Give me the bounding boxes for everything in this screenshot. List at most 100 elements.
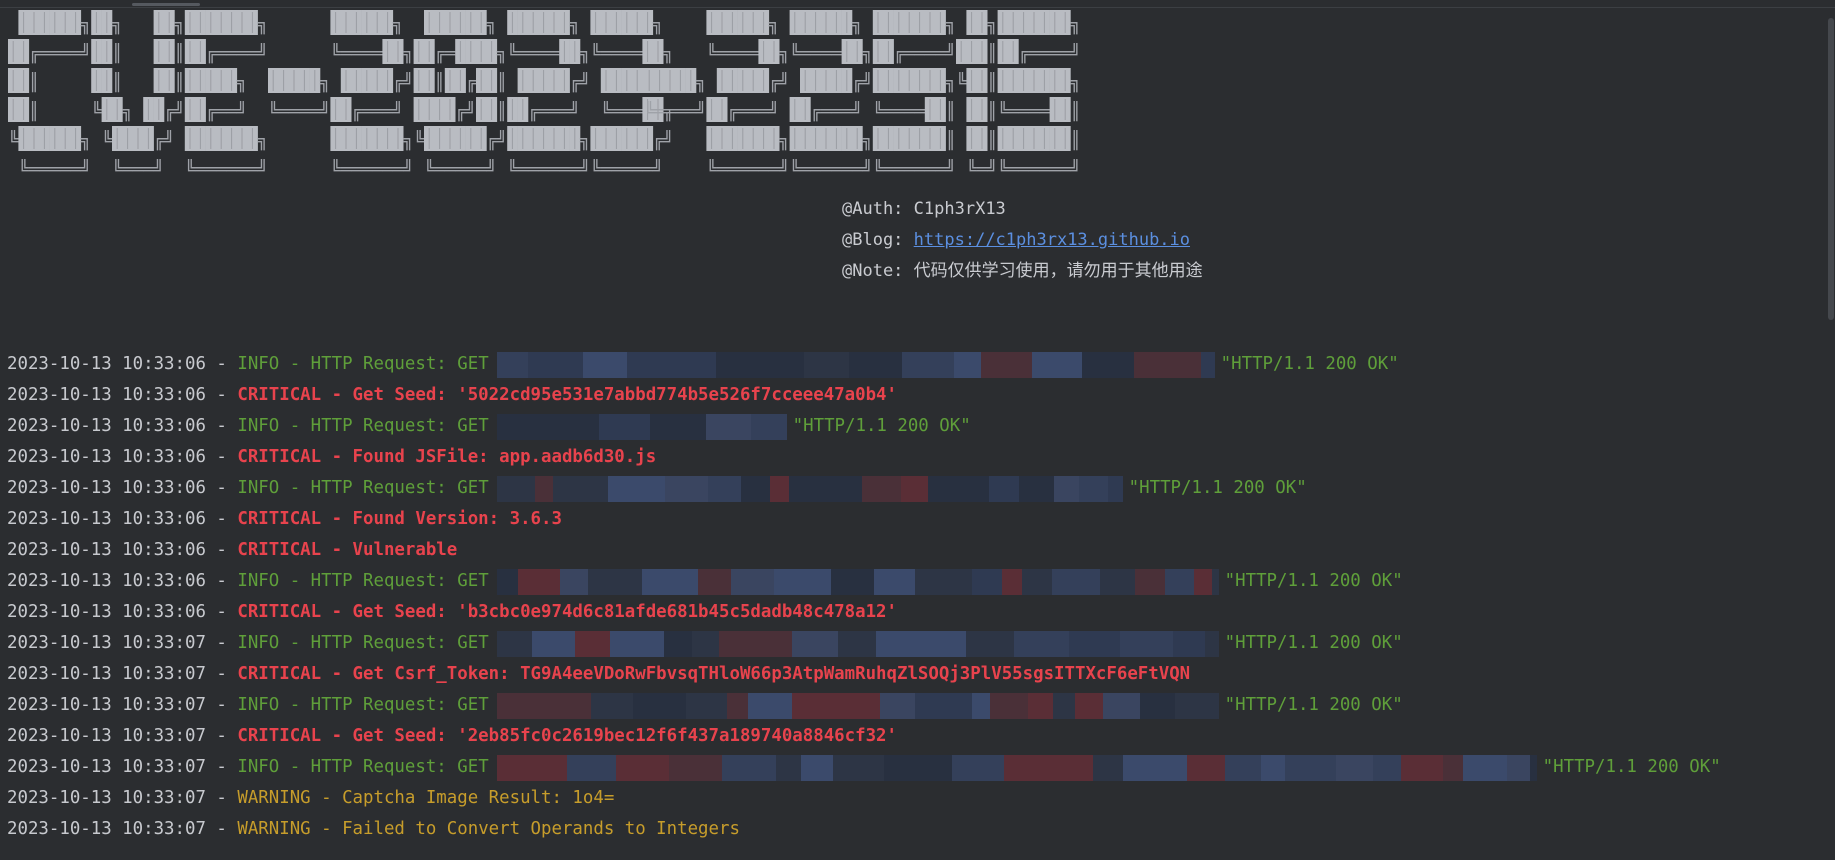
log-message: Failed to Convert Operands to Integers [342,819,740,839]
banner-frame-glyph: ╝ [80,43,91,64]
banner-frame-glyph: ═ [548,102,560,122]
banner-frame-glyph: ═ [768,160,780,180]
banner-frame-glyph: ═ [621,44,633,64]
banner-frame-glyph: ═ [1007,102,1019,122]
banner-frame-glyph: ═ [621,102,633,122]
blog-link[interactable]: https://c1ph3rx13.github.io [914,230,1190,250]
banner-frame-glyph: ═ [288,102,300,122]
log-line: 2023-10-13 10:33:07 - CRITICAL - Get See… [7,721,1827,752]
banner-frame-glyph: ═ [350,160,362,180]
log-line: 2023-10-13 10:33:06 - CRITICAL - Found J… [7,442,1827,473]
banner-frame-glyph: ═ [674,102,686,122]
log-level: INFO [237,633,280,653]
log-line: 2023-10-13 10:33:06 - INFO - HTTP Reques… [7,473,1827,504]
banner-frame-glyph: ╗ [80,131,91,151]
banner-frame-glyph: ╗ [319,73,330,93]
banner-frame-glyph: ═ [558,102,570,122]
banner-frame-glyph: ╝ [496,130,507,151]
http-status: "HTTP/1.1 200 OK" [1224,571,1403,591]
log-separator: - [279,633,311,653]
banner-frame-glyph: ═ [298,102,310,122]
log-line: 2023-10-13 10:33:07 - WARNING - Failed t… [7,814,1827,845]
redacted-url [496,351,1215,378]
banner-frame-glyph: ╝ [257,43,268,64]
banner-frame-glyph: ╗ [778,131,789,151]
log-message: Found Version: 3.6.3 [352,509,562,529]
banner-frame-glyph: ═ [830,160,842,180]
log-line: 2023-10-13 10:33:07 - INFO - HTTP Reques… [7,752,1827,783]
banner-frame-glyph: ═ [433,160,445,180]
banner-frame-glyph: ═ [757,102,769,122]
banner-frame-glyph: ═ [1028,102,1040,122]
log-timestamp: 2023-10-13 10:33:07 [7,633,206,653]
banner-frame-glyph: ═ [277,102,289,122]
banner-frame-glyph: ═ [1059,44,1071,64]
banner-frame-glyph: ═ [747,160,759,180]
banner-frame-glyph: ═ [737,160,749,180]
banner-frame-glyph: ═ [132,160,144,180]
log-line: 2023-10-13 10:33:07 - WARNING - Captcha … [7,783,1827,814]
banner-frame-glyph: ═ [747,44,759,64]
banner-frame-glyph: ═ [726,160,738,180]
redacted-url [496,692,1219,719]
terminal-top-bar [0,0,1835,8]
banner-frame-glyph: ═ [371,102,383,122]
banner-frame-glyph: ═ [747,102,759,122]
banner-frame-glyph: ═ [371,44,383,64]
banner-frame-glyph: ═ [194,160,206,180]
log-timestamp: 2023-10-13 10:33:07 [7,757,206,777]
log-separator: - [205,354,238,374]
banner-frame-glyph: ╝ [945,159,956,180]
log-line: 2023-10-13 10:33:06 - INFO - HTTP Reques… [7,411,1827,442]
banner-frame-glyph: ═ [924,44,936,64]
scrollbar-thumb[interactable] [1828,18,1834,320]
note-label: @Note: [842,261,904,281]
banner-frame-glyph: ╗ [257,15,268,35]
banner-frame-glyph: ║ [987,43,997,64]
vertical-scrollbar[interactable] [1826,8,1835,860]
banner-frame-glyph: ═ [205,160,217,180]
banner-frame-glyph: ═ [737,44,749,64]
note-line: @Note: 代码仅供学习使用，请勿用于其他用途 [842,260,1203,291]
banner-frame-glyph: ╝ [485,159,496,180]
banner-frame-glyph: ═ [685,102,697,122]
note-value: 代码仅供学习使用，请勿用于其他用途 [913,261,1203,281]
banner-frame-glyph: ═ [59,44,71,64]
banner-frame-glyph: ═ [527,160,539,180]
banner-frame-glyph: ═ [225,44,237,64]
log-separator: - [310,788,343,808]
log-timestamp: 2023-10-13 10:33:06 [7,571,206,591]
banner-frame-glyph: ║ [112,72,122,93]
banner-frame-glyph: ╝ [662,130,673,151]
banner-frame-glyph: ║ [987,72,997,93]
banner-frame-glyph: ╝ [153,159,164,180]
log-line: 2023-10-13 10:33:06 - INFO - HTTP Reques… [7,349,1827,380]
redacted-url [496,630,1219,657]
banner-frame-glyph: ═ [309,102,321,122]
log-level: CRITICAL [237,385,322,405]
banner-frame-glyph: ╗ [80,15,91,35]
banner-frame-glyph: ╝ [1069,159,1080,180]
banner-frame-glyph: ═ [246,44,258,64]
banner-frame-glyph: ╗ [485,15,496,35]
banner-frame-glyph: ═ [236,44,248,64]
banner-frame-glyph: ╝ [945,43,956,64]
banner-frame-glyph: ╚ [414,130,425,151]
log-message: Found JSFile: app.aadb6d30.js [352,447,657,467]
banner-frame-glyph: ═ [851,160,863,180]
banner-frame-glyph: ═ [830,102,842,122]
banner-frame-glyph: ═ [517,160,529,180]
banner-frame-glyph: ╗ [945,15,956,35]
banner-frame-glyph: ║ [112,43,122,64]
active-tab-indicator[interactable] [132,3,200,6]
banner-frame-glyph: ═ [548,160,560,180]
banner-frame-glyph: ║ [1070,101,1080,122]
log-separator: - [205,571,238,591]
banner-frame-glyph: ╔ [466,73,477,93]
banner-frame-glyph: ═ [924,160,936,180]
log-message: HTTP Request: GET [310,354,489,374]
banner-frame-glyph: ═ [903,44,915,64]
banner-frame-glyph: ═ [1028,44,1040,64]
banner-frame-glyph: ═ [475,160,487,180]
banner-frame-glyph: ═ [641,160,653,180]
